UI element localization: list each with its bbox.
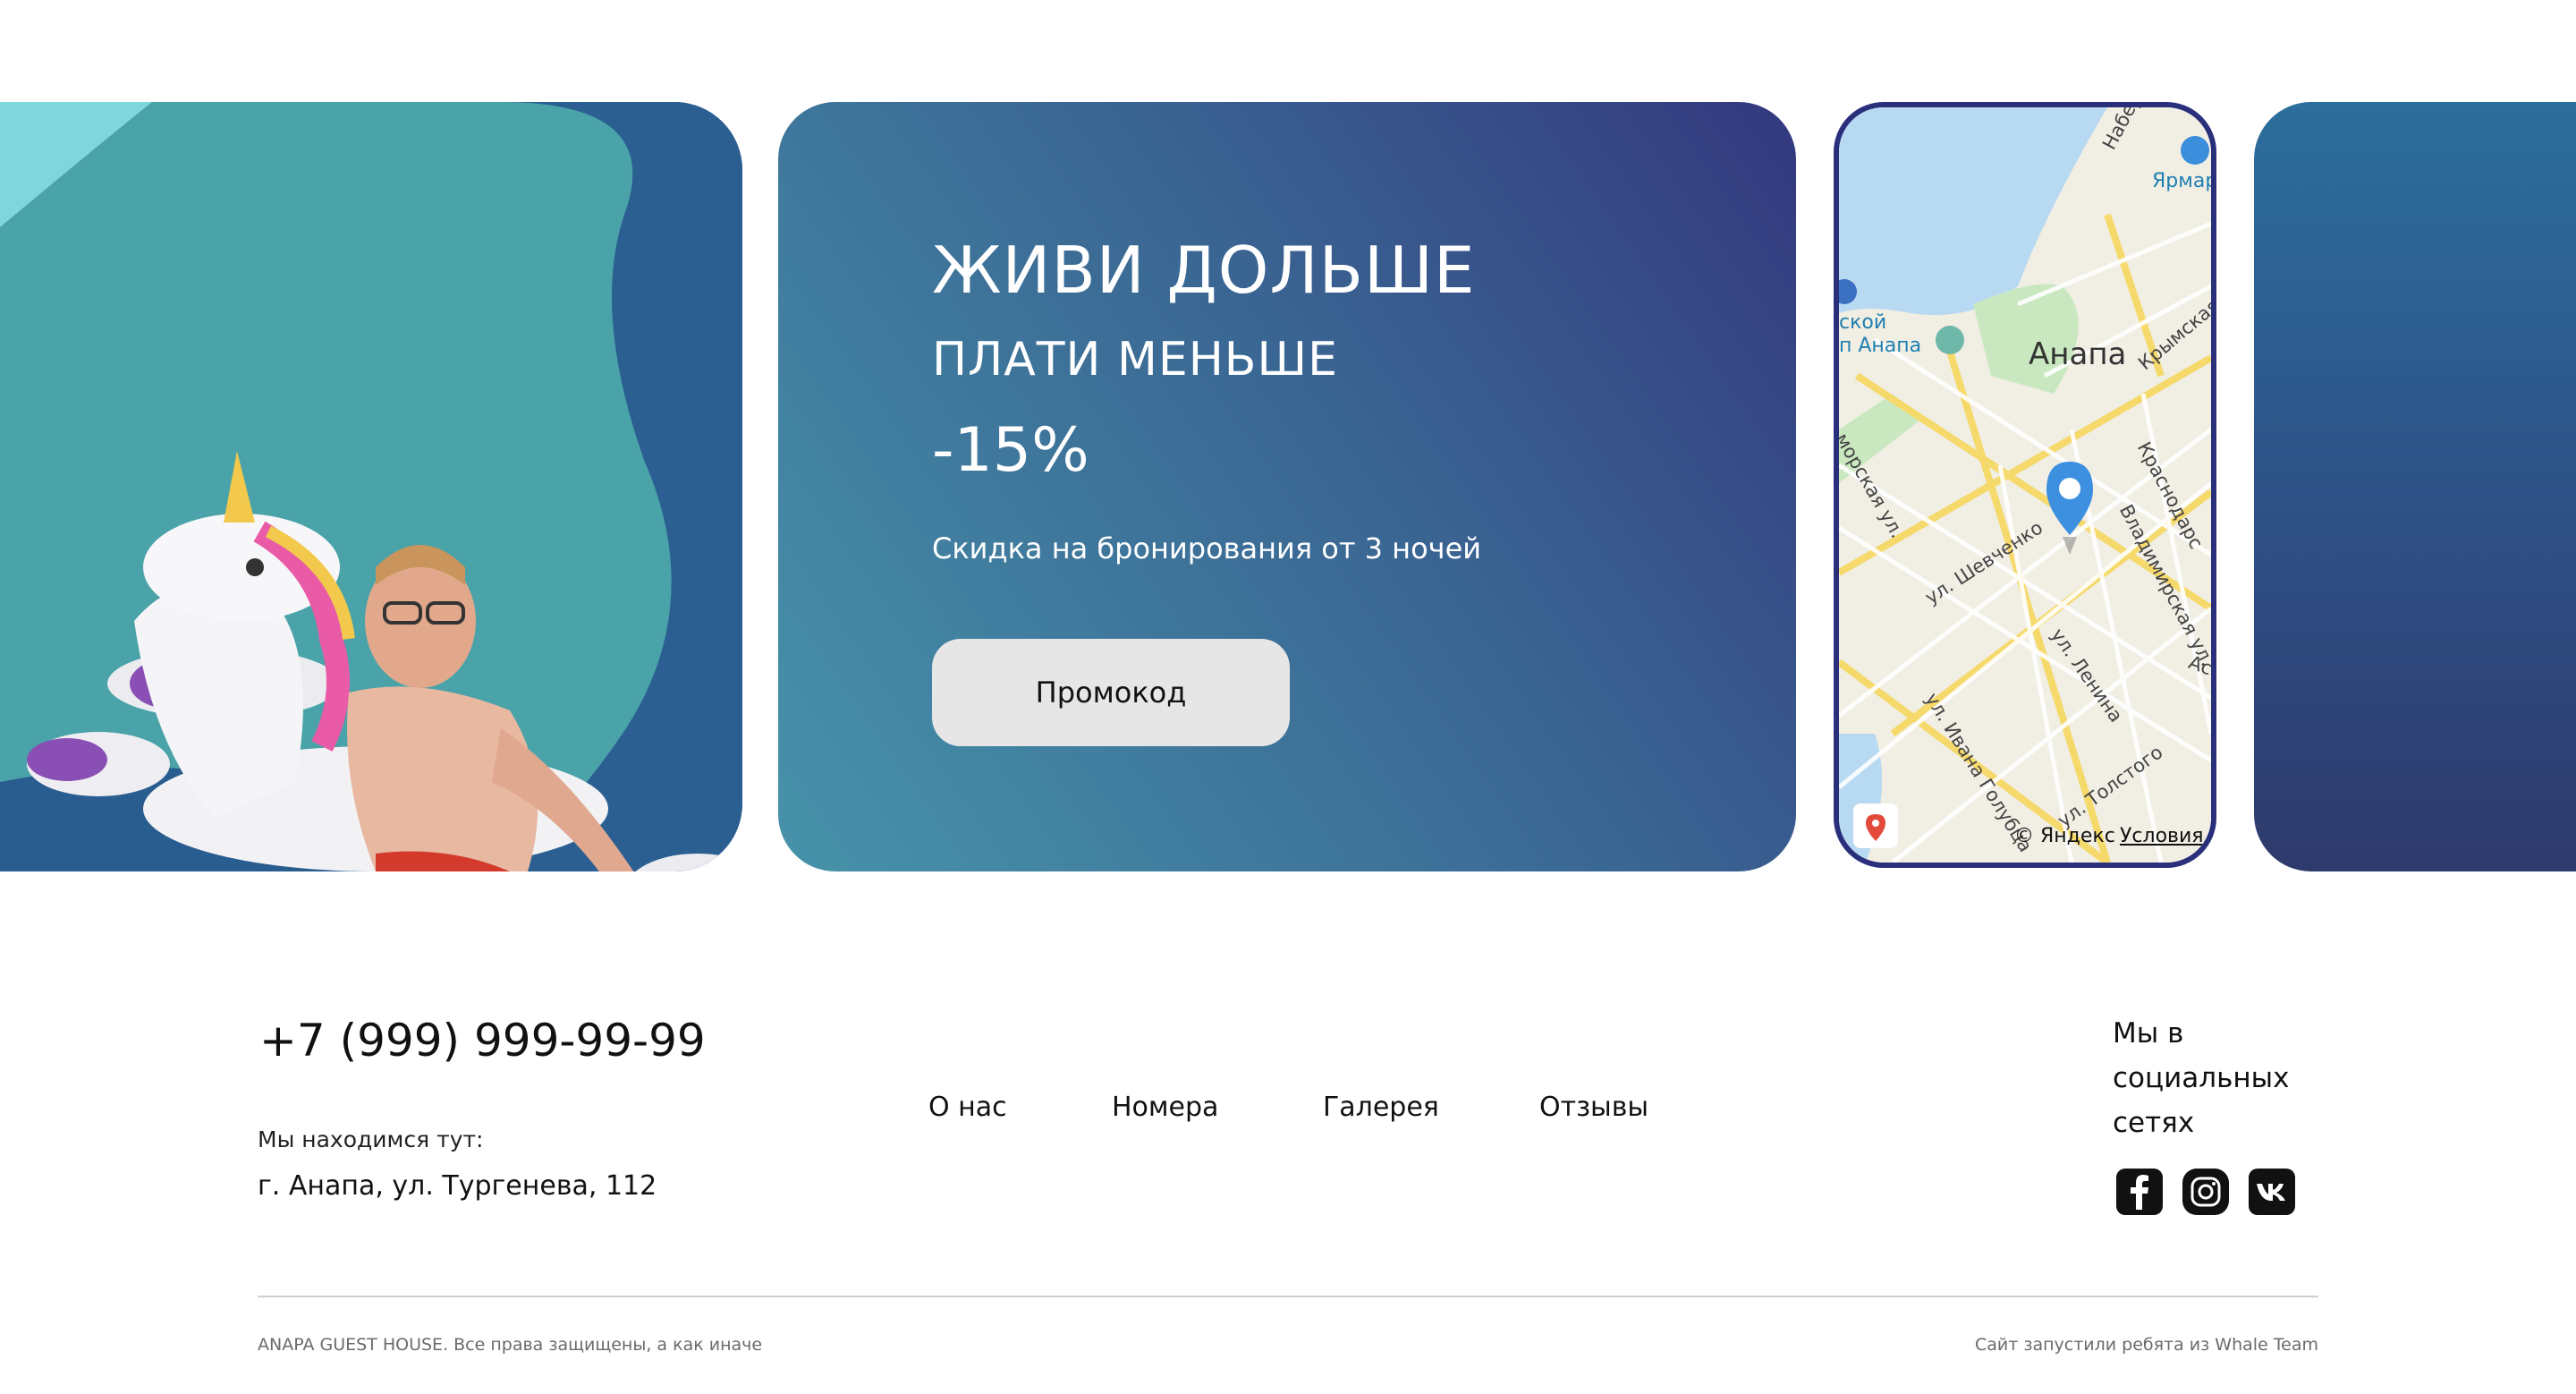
museum-icon [1936, 326, 1964, 354]
promo-description: Скидка на бронирования от 3 ночей [932, 531, 1482, 565]
guest-photo-illustration [0, 102, 742, 871]
photo-card [0, 102, 742, 871]
promo-card: ЖИВИ ДОЛЬШЕ ПЛАТИ МЕНЬШЕ -15% Скидка на … [778, 102, 1796, 871]
vk-icon[interactable] [2249, 1169, 2295, 1215]
credits-text: Сайт запустили ребята из Whale Team [1974, 1335, 2318, 1355]
map-poi-left-2: п Анапа [1839, 335, 1922, 357]
footer-nav-gallery[interactable]: Галерея [1323, 1092, 1439, 1123]
map-copyright: © Яндекс [2014, 825, 2115, 847]
promo-code-button[interactable]: Промокод [932, 639, 1290, 746]
footer-nav-reviews[interactable]: Отзывы [1539, 1092, 1648, 1123]
promo-subtitle: ПЛАТИ МЕНЬШЕ [932, 333, 1338, 387]
instagram-icon[interactable] [2182, 1169, 2229, 1215]
market-icon [2181, 136, 2209, 165]
footer-divider [258, 1296, 2318, 1297]
social-title: Мы в социальных сетях [2113, 1017, 2290, 1139]
promo-discount: -15% [932, 415, 1089, 486]
map-city-label: Анапа [2029, 336, 2127, 372]
map-poi-market: Ярмар [2152, 170, 2216, 192]
copyright-text: ANAPA GUEST HOUSE. Все права защищены, а… [258, 1335, 763, 1355]
footer-phone[interactable]: +7 (999) 999-99-99 [259, 1015, 706, 1067]
map-terms-link[interactable]: Условия [2120, 825, 2204, 847]
facebook-icon[interactable] [2116, 1169, 2163, 1215]
footer-nav-about[interactable]: О нас [928, 1092, 1007, 1123]
map-poi-left-1: ской [1839, 311, 1887, 334]
footer-address: г. Анапа, ул. Тургенева, 112 [258, 1170, 657, 1202]
location-label: Мы находимся тут: [258, 1126, 484, 1152]
promo-title: ЖИВИ ДОЛЬШЕ [932, 233, 1476, 308]
map-widget[interactable]: Анапа Ярмар ской п Анапа Набережн Крымск… [1834, 102, 2216, 868]
next-slide-card[interactable] [2254, 102, 2576, 871]
footer-nav-rooms[interactable]: Номера [1112, 1092, 1218, 1123]
